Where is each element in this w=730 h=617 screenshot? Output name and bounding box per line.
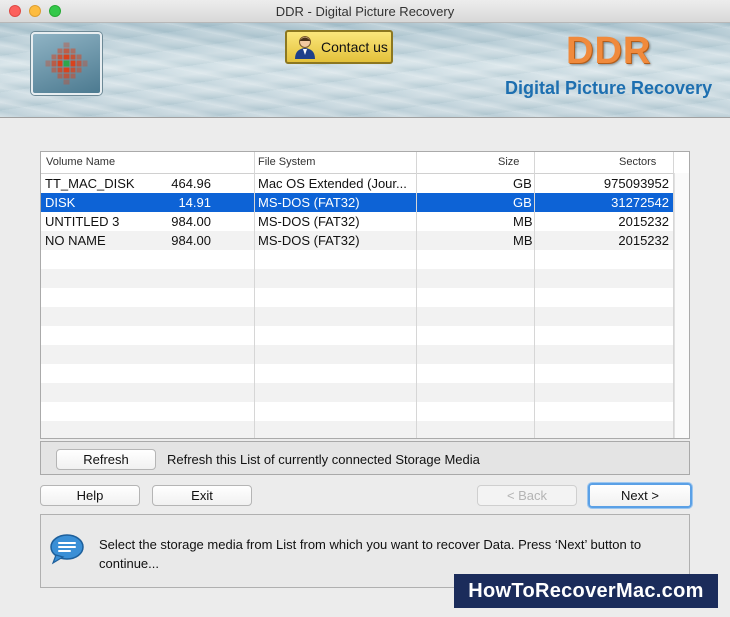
next-button[interactable]: Next >	[588, 483, 692, 508]
storage-media-list[interactable]: Volume Name File System Size Sectors TT_…	[40, 151, 690, 439]
list-scrollbar[interactable]	[674, 173, 689, 438]
app-logo	[31, 32, 102, 95]
cell-size: 464.96	[171, 176, 211, 191]
cell-size-unit: GB	[513, 176, 532, 191]
exit-button[interactable]: Exit	[152, 485, 252, 506]
table-row[interactable]: UNTITLED 3 MS-DOS (FAT32) 984.00 MB 2015232	[41, 212, 674, 231]
cell-sectors: 975093952	[603, 176, 669, 191]
back-button[interactable]: < Back	[477, 485, 577, 506]
column-header-file-system[interactable]: File System	[258, 156, 315, 168]
empty-table-row	[41, 326, 674, 345]
empty-table-row	[41, 383, 674, 402]
contact-us-button[interactable]: Contact us	[285, 30, 393, 64]
cell-volume-name: UNTITLED 3	[45, 214, 120, 229]
cell-file-system: Mac OS Extended (Jour...	[258, 176, 407, 191]
contact-us-label: Contact us	[321, 39, 388, 55]
window-title: DDR - Digital Picture Recovery	[275, 4, 455, 19]
title-bar: DDR - Digital Picture Recovery	[0, 0, 730, 23]
cell-file-system: MS-DOS (FAT32)	[258, 195, 360, 210]
cell-size: 984.00	[171, 214, 211, 229]
table-row[interactable]: TT_MAC_DISK Mac OS Extended (Jour... 464.9…	[41, 174, 674, 193]
cell-size: 984.00	[171, 233, 211, 248]
table-row[interactable]: DISK MS-DOS (FAT32) 14.91 GB 31272542	[41, 193, 674, 212]
refresh-description: Refresh this List of currently connected…	[167, 452, 480, 467]
cell-file-system: MS-DOS (FAT32)	[258, 214, 360, 229]
cell-sectors: 2015232	[618, 233, 669, 248]
empty-table-row	[41, 250, 674, 269]
cell-file-system: MS-DOS (FAT32)	[258, 233, 360, 248]
column-header-size[interactable]: Size	[498, 156, 519, 168]
table-row[interactable]: NO NAME MS-DOS (FAT32) 984.00 MB 2015232	[41, 231, 674, 250]
column-header-volume-name[interactable]: Volume Name	[46, 156, 115, 168]
watermark: HowToRecoverMac.com	[454, 574, 718, 608]
app-subtitle: Digital Picture Recovery	[505, 78, 713, 98]
brand-logo-text: DDR	[566, 30, 652, 72]
help-button[interactable]: Help	[40, 485, 140, 506]
column-header-sectors[interactable]: Sectors	[619, 156, 656, 168]
empty-table-row	[41, 288, 674, 307]
empty-table-row	[41, 364, 674, 383]
cell-sectors: 31272542	[611, 195, 669, 210]
cell-volume-name: TT_MAC_DISK	[45, 176, 135, 191]
table-header: Volume Name File System Size Sectors	[41, 152, 689, 174]
column-divider	[416, 152, 417, 438]
refresh-bar: Refresh Refresh this List of currently c…	[40, 441, 690, 475]
empty-table-row	[41, 307, 674, 326]
cell-volume-name: NO NAME	[45, 233, 106, 248]
cell-size-unit: GB	[513, 195, 532, 210]
cell-size-unit: MB	[513, 233, 533, 248]
cell-size: 14.91	[178, 195, 211, 210]
empty-table-row	[41, 402, 674, 421]
refresh-button[interactable]: Refresh	[56, 449, 156, 470]
column-divider	[254, 152, 255, 438]
empty-table-row	[41, 269, 674, 288]
instruction-text: Select the storage media from List from …	[99, 537, 642, 571]
cell-volume-name: DISK	[45, 195, 76, 210]
column-divider	[534, 152, 535, 438]
empty-table-row	[41, 345, 674, 364]
speech-bubble-icon	[50, 534, 84, 565]
empty-table-row	[41, 421, 674, 438]
app-logo-icon	[45, 42, 88, 85]
cell-size-unit: MB	[513, 214, 533, 229]
support-agent-icon	[295, 36, 315, 59]
cell-sectors: 2015232	[618, 214, 669, 229]
